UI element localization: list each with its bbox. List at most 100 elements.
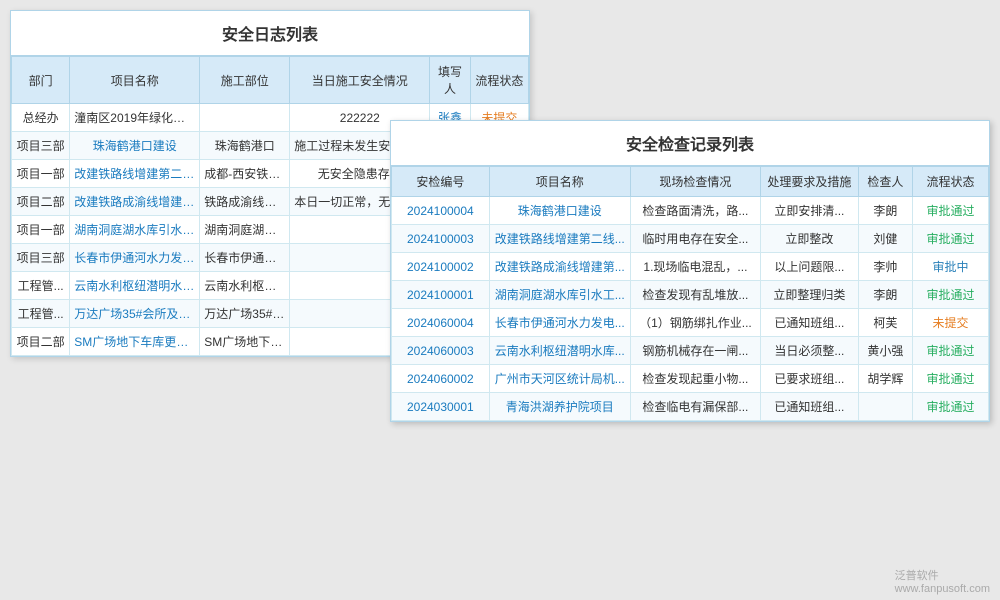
- left-cell-dept: 项目二部: [12, 328, 70, 356]
- right-cell-id[interactable]: 2024060003: [392, 337, 490, 365]
- left-cell-site: 成都-西安铁路...: [200, 160, 290, 188]
- left-cell-dept: 项目二部: [12, 188, 70, 216]
- right-table-row: 2024060004长春市伊通河水力发电...（1）钢筋绑扎作业...已通知班组…: [392, 309, 989, 337]
- right-cell-id[interactable]: 2024060002: [392, 365, 490, 393]
- right-cell-status: 审批通过: [912, 281, 988, 309]
- right-cell-id[interactable]: 2024100003: [392, 225, 490, 253]
- right-cell-inspector: [858, 393, 912, 421]
- left-cell-project[interactable]: 湖南洞庭湖水库引水工程...: [70, 216, 200, 244]
- left-header-person: 填写人: [430, 57, 470, 104]
- right-cell-check: 检查路面清洗，路...: [630, 197, 760, 225]
- left-cell-site: 万达广场35#会...: [200, 300, 290, 328]
- left-cell-project[interactable]: 万达广场35#会所及咖啡...: [70, 300, 200, 328]
- left-table-title: 安全日志列表: [11, 11, 529, 56]
- right-cell-project[interactable]: 湖南洞庭湖水库引水工...: [489, 281, 630, 309]
- left-cell-site: SM广场地下车库: [200, 328, 290, 356]
- left-cell-dept: 项目三部: [12, 244, 70, 272]
- right-cell-id[interactable]: 2024060004: [392, 309, 490, 337]
- right-cell-inspector: 胡学辉: [858, 365, 912, 393]
- left-cell-dept: 项目三部: [12, 132, 70, 160]
- left-cell-project[interactable]: 珠海鹤港口建设: [70, 132, 200, 160]
- right-header-status: 流程状态: [912, 167, 988, 197]
- right-table-row: 2024060002广州市天河区统计局机...检查发现起重小物...已要求班组.…: [392, 365, 989, 393]
- right-cell-project[interactable]: 长春市伊通河水力发电...: [489, 309, 630, 337]
- right-cell-project[interactable]: 珠海鹤港口建设: [489, 197, 630, 225]
- right-cell-handle: 当日必须整...: [761, 337, 859, 365]
- left-cell-project[interactable]: 云南水利枢纽潜明水库一...: [70, 272, 200, 300]
- right-cell-status: 审批通过: [912, 337, 988, 365]
- right-table-row: 2024060003云南水利枢纽潜明水库...钢筋机械存在一闸...当日必须整.…: [392, 337, 989, 365]
- right-table-row: 2024100002改建铁路成渝线增建第...1.现场临电混乱，...以上问题限…: [392, 253, 989, 281]
- right-cell-project[interactable]: 青海洪湖养护院项目: [489, 393, 630, 421]
- right-table-body: 2024100004珠海鹤港口建设检查路面清洗，路...立即安排清...李朗审批…: [392, 197, 989, 421]
- right-cell-id[interactable]: 2024030001: [392, 393, 490, 421]
- right-header-id: 安检编号: [392, 167, 490, 197]
- right-cell-inspector: 李朗: [858, 197, 912, 225]
- left-cell-site: 湖南洞庭湖水库: [200, 216, 290, 244]
- left-cell-site: 铁路成渝线（成...: [200, 188, 290, 216]
- left-cell-dept: 总经办: [12, 104, 70, 132]
- right-table-row: 2024100001湖南洞庭湖水库引水工...检查发现有乱堆放...立即整理归类…: [392, 281, 989, 309]
- left-header-project: 项目名称: [70, 57, 200, 104]
- right-cell-status: 审批通过: [912, 197, 988, 225]
- right-header-handle: 处理要求及措施: [761, 167, 859, 197]
- right-cell-check: 检查发现有乱堆放...: [630, 281, 760, 309]
- right-cell-status: 未提交: [912, 309, 988, 337]
- left-cell-project: 潼南区2019年绿化补贴项...: [70, 104, 200, 132]
- left-cell-project[interactable]: SM广场地下车库更换摄...: [70, 328, 200, 356]
- left-cell-site: 珠海鹤港口: [200, 132, 290, 160]
- right-table-title: 安全检查记录列表: [391, 121, 989, 166]
- left-cell-site: 云南水利枢纽潜...: [200, 272, 290, 300]
- right-table-header-row: 安检编号 项目名称 现场检查情况 处理要求及措施 检查人 流程状态: [392, 167, 989, 197]
- right-header-project: 项目名称: [489, 167, 630, 197]
- left-cell-project[interactable]: 长春市伊通河水力发电厂...: [70, 244, 200, 272]
- left-cell-site: 长春市伊通河水...: [200, 244, 290, 272]
- right-cell-handle: 立即整改: [761, 225, 859, 253]
- right-cell-status: 审批通过: [912, 225, 988, 253]
- right-cell-status: 审批通过: [912, 393, 988, 421]
- right-cell-id[interactable]: 2024100001: [392, 281, 490, 309]
- right-table-container: 安全检查记录列表 安检编号 项目名称 现场检查情况 处理要求及措施 检查人 流程…: [390, 120, 990, 422]
- right-cell-inspector: 李朗: [858, 281, 912, 309]
- watermark: 泛普软件 www.fanpusoft.com: [895, 567, 990, 595]
- right-cell-status: 审批通过: [912, 365, 988, 393]
- right-cell-handle: 立即整理归类: [761, 281, 859, 309]
- right-cell-inspector: 李帅: [858, 253, 912, 281]
- left-cell-site: [200, 104, 290, 132]
- right-cell-handle: 立即安排清...: [761, 197, 859, 225]
- right-cell-project[interactable]: 广州市天河区统计局机...: [489, 365, 630, 393]
- left-cell-dept: 项目一部: [12, 216, 70, 244]
- right-header-inspector: 检查人: [858, 167, 912, 197]
- left-header-status: 流程状态: [470, 57, 528, 104]
- watermark-line2: www.fanpusoft.com: [895, 583, 990, 595]
- left-header-safety: 当日施工安全情况: [290, 57, 430, 104]
- left-table-header-row: 部门 项目名称 施工部位 当日施工安全情况 填写人 流程状态: [12, 57, 529, 104]
- watermark-line1: 泛普软件: [895, 567, 990, 583]
- left-header-site: 施工部位: [200, 57, 290, 104]
- right-header-check: 现场检查情况: [630, 167, 760, 197]
- right-cell-id[interactable]: 2024100004: [392, 197, 490, 225]
- right-cell-status: 审批中: [912, 253, 988, 281]
- right-table-row: 2024100004珠海鹤港口建设检查路面清洗，路...立即安排清...李朗审批…: [392, 197, 989, 225]
- right-cell-inspector: 刘健: [858, 225, 912, 253]
- right-cell-project[interactable]: 改建铁路成渝线增建第...: [489, 253, 630, 281]
- right-cell-id[interactable]: 2024100002: [392, 253, 490, 281]
- right-cell-check: 钢筋机械存在一闸...: [630, 337, 760, 365]
- right-cell-handle: 已通知班组...: [761, 309, 859, 337]
- right-cell-inspector: 柯芙: [858, 309, 912, 337]
- right-cell-handle: 以上问题限...: [761, 253, 859, 281]
- right-cell-handle: 已要求班组...: [761, 365, 859, 393]
- left-cell-dept: 项目一部: [12, 160, 70, 188]
- left-cell-dept: 工程管...: [12, 272, 70, 300]
- right-cell-project[interactable]: 云南水利枢纽潜明水库...: [489, 337, 630, 365]
- left-cell-project[interactable]: 改建铁路线增建第二线直...: [70, 160, 200, 188]
- left-header-dept: 部门: [12, 57, 70, 104]
- right-cell-project[interactable]: 改建铁路线增建第二线...: [489, 225, 630, 253]
- left-cell-dept: 工程管...: [12, 300, 70, 328]
- right-cell-check: 检查临电有漏保部...: [630, 393, 760, 421]
- left-cell-project[interactable]: 改建铁路成渝线增建第二...: [70, 188, 200, 216]
- right-cell-check: （1）钢筋绑扎作业...: [630, 309, 760, 337]
- right-cell-check: 检查发现起重小物...: [630, 365, 760, 393]
- right-table-row: 2024030001青海洪湖养护院项目检查临电有漏保部...已通知班组...审批…: [392, 393, 989, 421]
- right-cell-check: 1.现场临电混乱，...: [630, 253, 760, 281]
